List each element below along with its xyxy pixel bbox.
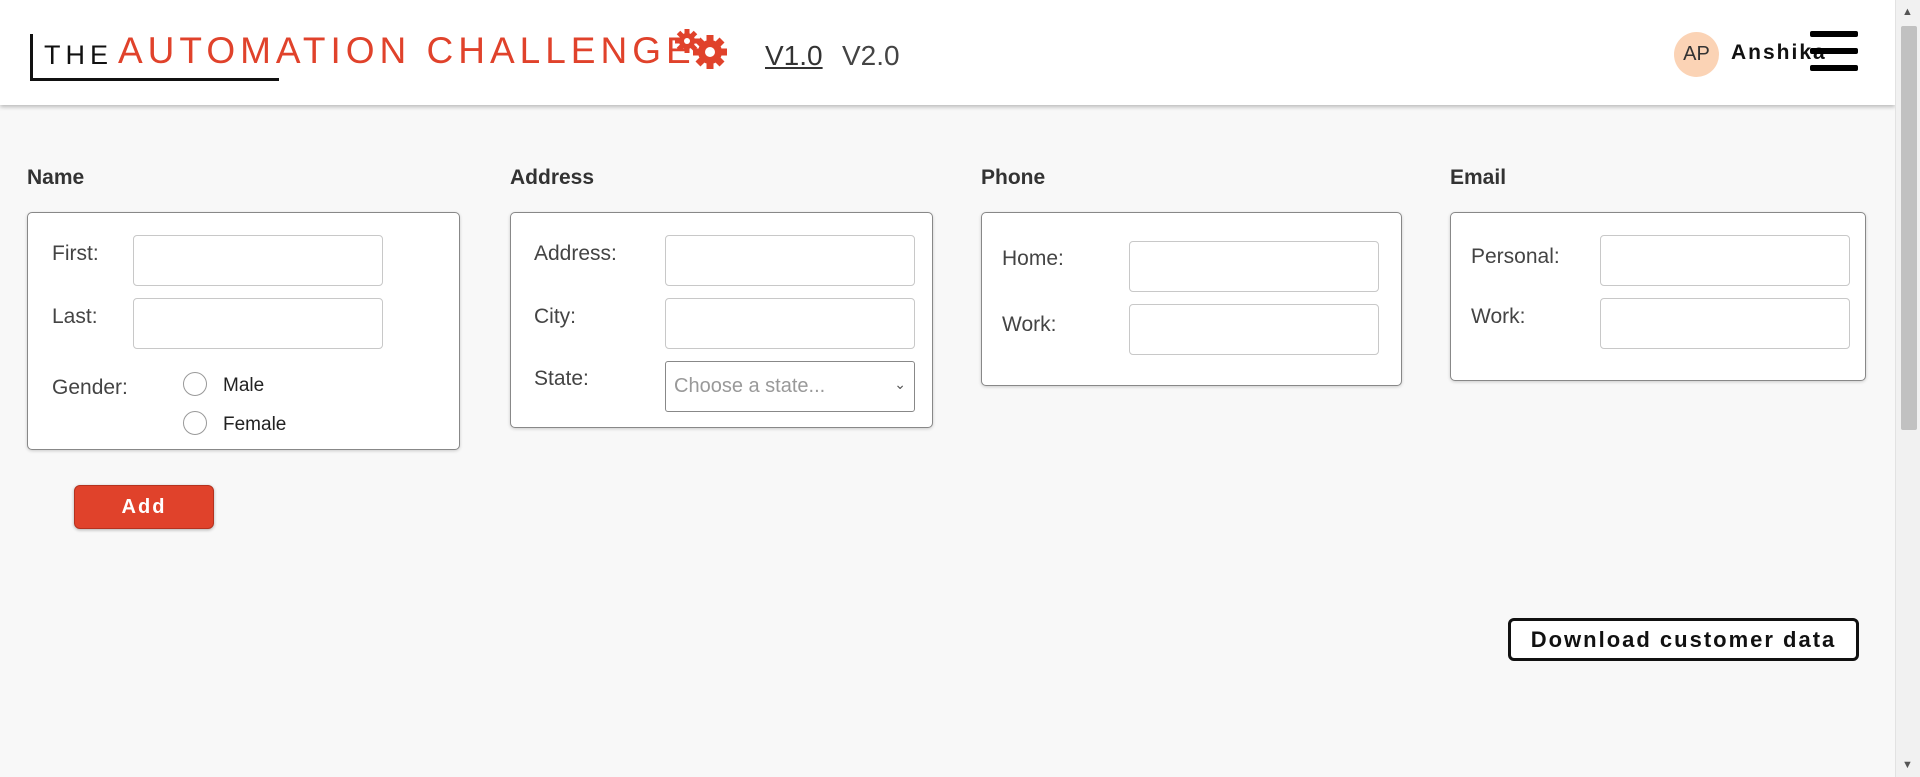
logo-title-text: AUTOMATION CHALLENGE: [118, 30, 696, 71]
address-input[interactable]: [665, 235, 915, 286]
state-select[interactable]: Choose a state... ⌄: [665, 361, 915, 412]
scrollbar-thumb[interactable]: [1901, 26, 1917, 430]
gender-male-radio[interactable]: [183, 372, 207, 396]
logo-the-text: THE: [44, 40, 113, 70]
chevron-down-icon: ⌄: [894, 376, 906, 392]
city-input[interactable]: [665, 298, 915, 349]
email-section-title: Email: [1450, 166, 1507, 189]
personal-email-input[interactable]: [1600, 235, 1850, 286]
home-phone-input[interactable]: [1129, 241, 1379, 292]
home-phone-label: Home:: [1002, 247, 1064, 270]
download-customer-data-button[interactable]: Download customer data: [1508, 618, 1859, 661]
address-section-title: Address: [510, 166, 595, 189]
avatar[interactable]: AP: [1674, 32, 1719, 77]
work-phone-input[interactable]: [1129, 304, 1379, 355]
logo-vertical-bar: [30, 34, 33, 81]
avatar-initials: AP: [1683, 43, 1710, 65]
state-select-placeholder: Choose a state...: [674, 375, 826, 397]
page-scrollbar[interactable]: ▲ ▼: [1895, 0, 1920, 777]
last-name-label: Last:: [52, 305, 98, 328]
work-email-label: Work:: [1471, 305, 1526, 328]
scroll-down-arrow-icon[interactable]: ▼: [1902, 759, 1913, 771]
first-name-input[interactable]: [133, 235, 383, 286]
work-email-input[interactable]: [1600, 298, 1850, 349]
app-header: THE AUTOMATION CHALLENGE V1.0 V2.0 AP An…: [0, 0, 1895, 105]
gender-label: Gender:: [52, 376, 128, 399]
name-fieldset: First: Last: Gender: Male Female: [27, 212, 460, 450]
gender-female-label: Female: [223, 414, 287, 435]
last-name-input[interactable]: [133, 298, 383, 349]
gender-male-label: Male: [223, 375, 265, 396]
first-name-label: First:: [52, 242, 99, 265]
state-label: State:: [534, 367, 589, 390]
address-fieldset: Address: City: State: Choose a state... …: [510, 212, 933, 428]
hamburger-menu-icon[interactable]: [1810, 31, 1858, 71]
email-fieldset: Personal: Work:: [1450, 212, 1866, 381]
phone-fieldset: Home: Work:: [981, 212, 1402, 386]
nav-link-v2[interactable]: V2.0: [842, 40, 900, 72]
gender-female-radio[interactable]: [183, 411, 207, 435]
nav-link-v1[interactable]: V1.0: [765, 40, 823, 72]
address-label: Address:: [534, 242, 617, 265]
logo-underline: [30, 78, 279, 81]
gears-icon: [675, 29, 727, 69]
name-section-title: Name: [27, 166, 85, 189]
add-button[interactable]: Add: [74, 485, 214, 529]
work-phone-label: Work:: [1002, 313, 1057, 336]
personal-email-label: Personal:: [1471, 245, 1560, 268]
scroll-up-arrow-icon[interactable]: ▲: [1902, 6, 1913, 18]
phone-section-title: Phone: [981, 166, 1046, 189]
city-label: City:: [534, 305, 576, 328]
